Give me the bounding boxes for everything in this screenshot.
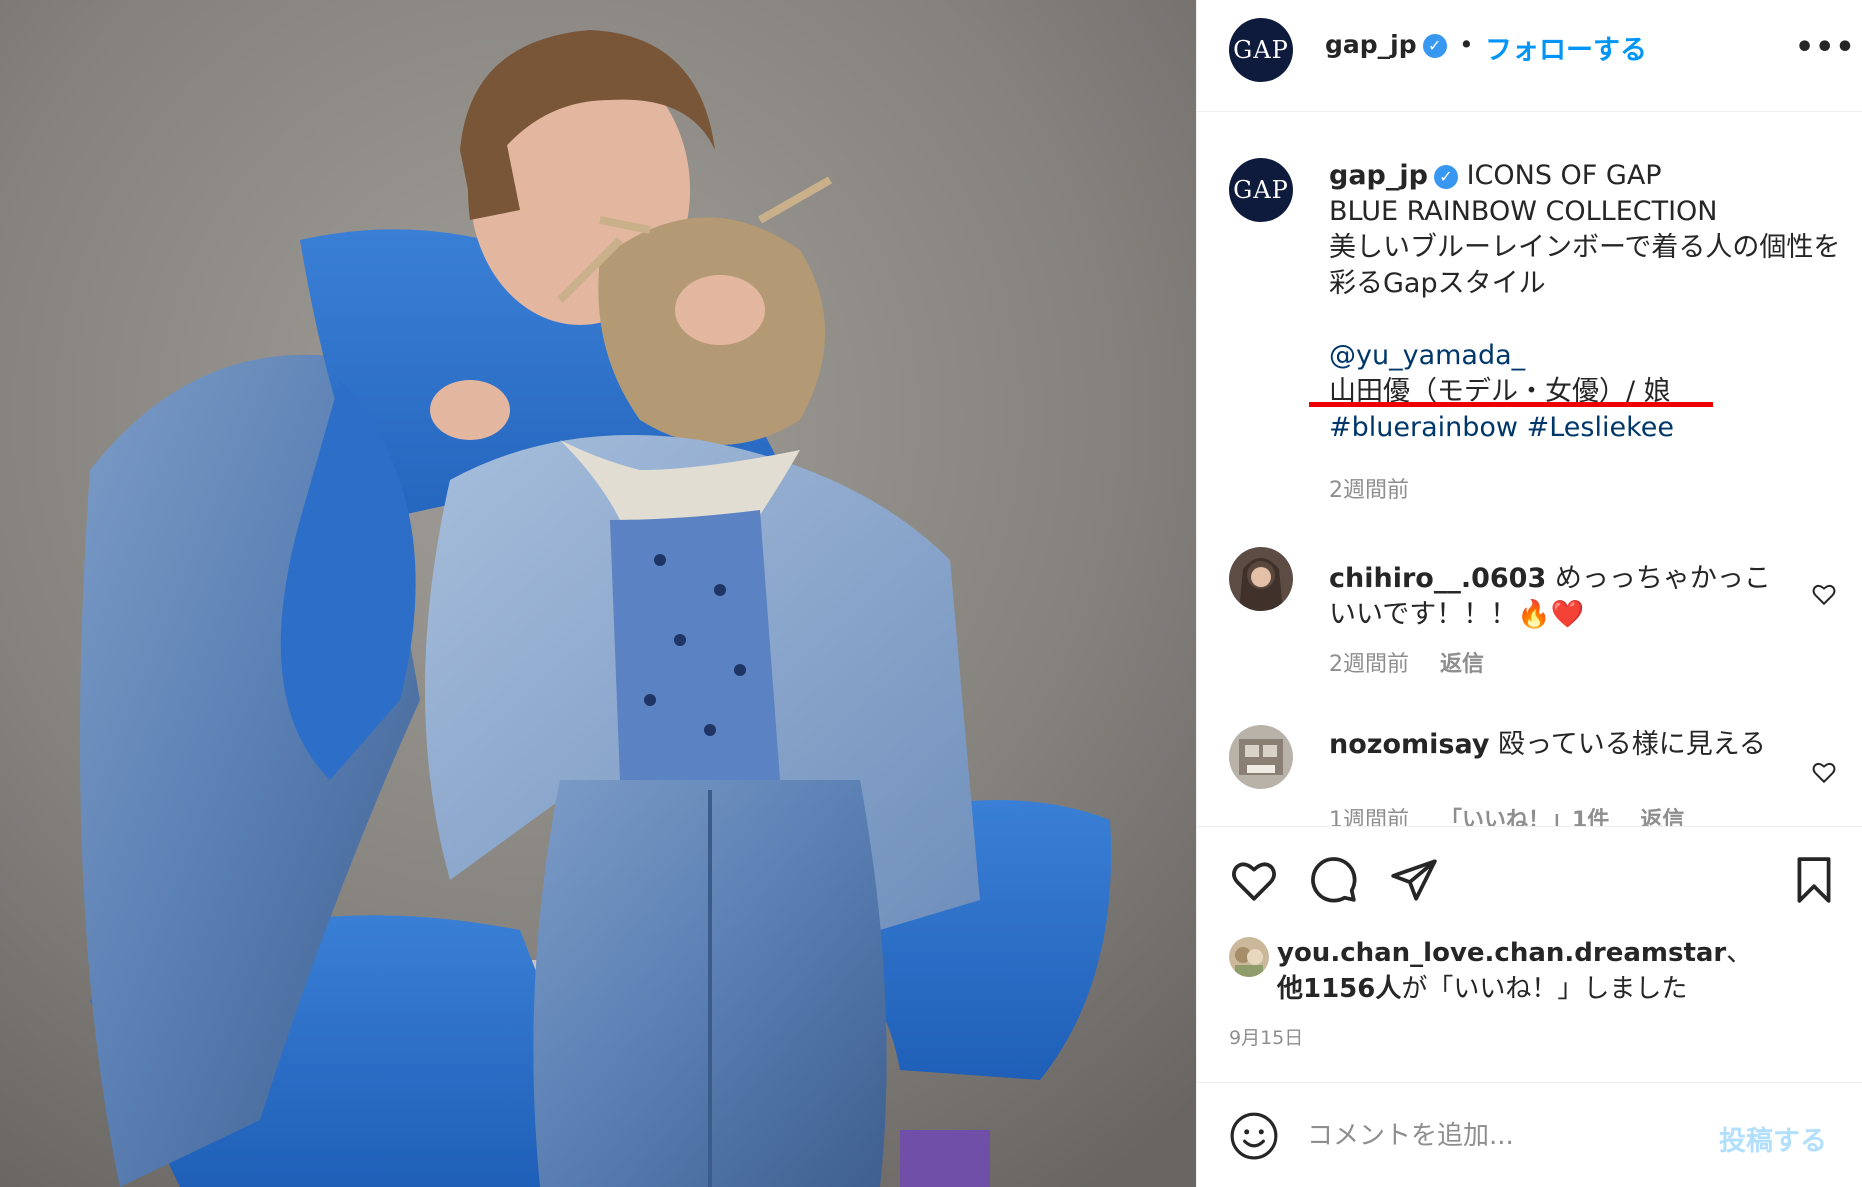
- account-avatar[interactable]: GAP: [1229, 18, 1293, 82]
- commenter-avatar[interactable]: [1229, 547, 1293, 611]
- likes-others-link[interactable]: 他1156人: [1277, 974, 1401, 1004]
- more-options-icon[interactable]: •••: [1795, 30, 1856, 65]
- add-comment-bar: 投稿する: [1197, 1082, 1862, 1187]
- comment-body: 殴っている様に見える: [1498, 729, 1766, 760]
- smiley-icon[interactable]: [1229, 1111, 1279, 1161]
- commenter-avatar[interactable]: [1229, 725, 1293, 789]
- caption-line-2: BLUE RAINBOW COLLECTION: [1329, 196, 1718, 227]
- avatar-image: [1229, 547, 1293, 611]
- caption-avatar[interactable]: GAP: [1229, 158, 1293, 222]
- hashtag-link[interactable]: #Lesliekee: [1527, 412, 1674, 443]
- hashtag-link[interactable]: #bluerainbow: [1329, 412, 1518, 443]
- likes-suffix: が「いいね！」しました: [1401, 974, 1688, 1004]
- post-side-panel: GAP gap_jp ✓ • フォローする ••• GAP gap_jp ✓ ICO…: [1196, 0, 1862, 1187]
- comment-input[interactable]: [1307, 1109, 1707, 1163]
- photo-illustration: [0, 0, 1196, 1187]
- verified-badge-icon: ✓: [1433, 165, 1458, 189]
- bookmark-icon[interactable]: [1789, 855, 1839, 905]
- comment-text: nozomisay 殴っている様に見える: [1329, 727, 1789, 763]
- comment-meta: 1週間前 「いいね！」1件 返信: [1329, 802, 1708, 826]
- liker-avatar[interactable]: [1229, 937, 1269, 977]
- caption-line-1: ICONS OF GAP: [1466, 160, 1662, 191]
- comment-likes-count[interactable]: 「いいね！」1件: [1440, 808, 1609, 826]
- liker-username[interactable]: you.chan_love.chan.dreamstar: [1277, 938, 1726, 968]
- paper-plane-icon[interactable]: [1389, 855, 1439, 905]
- username-text[interactable]: gap_jp: [1325, 30, 1417, 59]
- commenter-username[interactable]: nozomisay: [1329, 729, 1489, 760]
- post-header: GAP gap_jp ✓ • フォローする •••: [1197, 0, 1862, 112]
- commenter-username[interactable]: chihiro__.0603: [1329, 563, 1546, 594]
- post-comment-button[interactable]: 投稿する: [1719, 1119, 1827, 1158]
- follow-button[interactable]: フォローする: [1485, 28, 1647, 67]
- caption-username[interactable]: gap_jp: [1329, 160, 1428, 191]
- header-separator: •: [1459, 30, 1474, 59]
- post-date[interactable]: 9月15日: [1229, 1023, 1303, 1050]
- reply-button[interactable]: 返信: [1640, 808, 1684, 826]
- caption-timestamp[interactable]: 2週間前: [1329, 472, 1409, 504]
- likes-separator: 、: [1726, 938, 1753, 968]
- post-photo[interactable]: [0, 0, 1196, 1187]
- comment-like-heart-icon[interactable]: [1811, 581, 1837, 607]
- reply-button[interactable]: 返信: [1440, 652, 1484, 677]
- likes-summary: you.chan_love.chan.dreamstar、 他1156人が「いい…: [1277, 935, 1837, 1007]
- comment-timestamp[interactable]: 1週間前: [1329, 808, 1409, 826]
- comment-like-heart-icon[interactable]: [1811, 759, 1837, 785]
- account-username[interactable]: gap_jp ✓: [1325, 30, 1447, 59]
- caption-line-3: 美しいブルーレインボーで着る人の個性を彩るGapスタイル: [1329, 232, 1841, 299]
- avatar-image: [1229, 725, 1293, 789]
- avatar-image: [1229, 937, 1269, 977]
- comment-meta: 2週間前 返信: [1329, 646, 1508, 678]
- comment-icon[interactable]: [1309, 855, 1359, 905]
- heart-icon[interactable]: [1229, 855, 1279, 905]
- red-highlight-underline: [1309, 402, 1713, 407]
- comment-text: chihiro__.0603 めっっちゃかっこいいです！！！🔥❤️: [1329, 561, 1789, 633]
- verified-badge-icon: ✓: [1422, 34, 1447, 58]
- comments-list[interactable]: GAP gap_jp ✓ ICONS OF GAP BLUE RAINBOW CO…: [1197, 112, 1862, 826]
- comment-timestamp[interactable]: 2週間前: [1329, 652, 1409, 677]
- mention-link[interactable]: @yu_yamada_: [1329, 340, 1525, 371]
